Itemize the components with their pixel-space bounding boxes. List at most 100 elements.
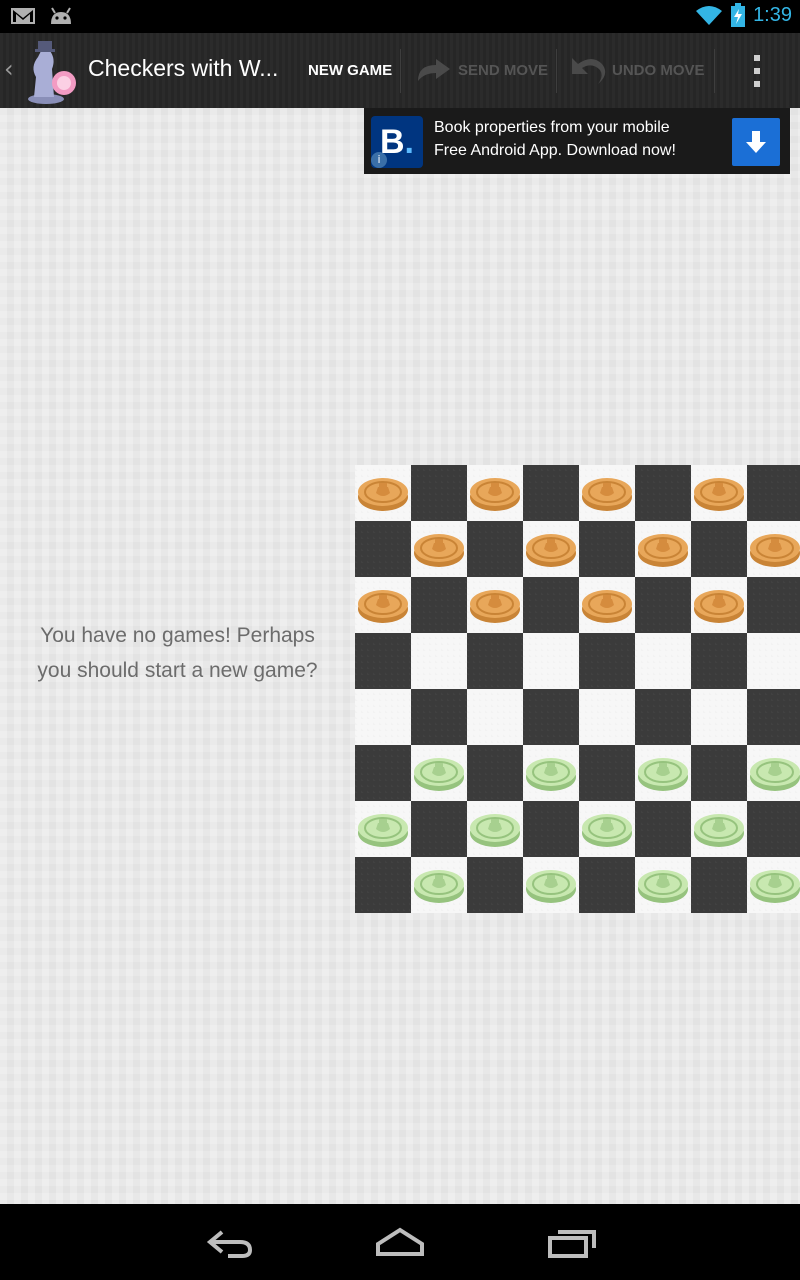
green-checker-icon[interactable]	[749, 753, 800, 793]
board-square[interactable]	[691, 465, 747, 521]
home-icon[interactable]	[370, 1222, 430, 1262]
checkers-board[interactable]	[355, 465, 800, 913]
green-checker-icon[interactable]	[581, 809, 633, 849]
orange-checker-icon[interactable]	[581, 473, 633, 513]
board-square[interactable]	[523, 577, 579, 633]
orange-checker-icon[interactable]	[525, 529, 577, 569]
board-square[interactable]	[467, 521, 523, 577]
board-square[interactable]	[355, 577, 411, 633]
orange-checker-icon[interactable]	[469, 473, 521, 513]
more-vert-icon[interactable]	[750, 55, 764, 87]
green-checker-icon[interactable]	[413, 753, 465, 793]
board-square[interactable]	[467, 745, 523, 801]
board-square[interactable]	[579, 857, 635, 913]
board-square[interactable]	[747, 745, 800, 801]
download-button[interactable]	[732, 118, 780, 166]
board-square[interactable]	[635, 521, 691, 577]
green-checker-icon[interactable]	[525, 753, 577, 793]
board-square[interactable]	[355, 801, 411, 857]
board-square[interactable]	[467, 633, 523, 689]
board-square[interactable]	[355, 521, 411, 577]
green-checker-icon[interactable]	[637, 865, 689, 905]
board-square[interactable]	[579, 521, 635, 577]
orange-checker-icon[interactable]	[581, 585, 633, 625]
board-square[interactable]	[747, 857, 800, 913]
ad-banner[interactable]: B. i Book properties from your mobile Fr…	[364, 108, 790, 174]
board-square[interactable]	[635, 633, 691, 689]
board-square[interactable]	[747, 801, 800, 857]
board-square[interactable]	[579, 745, 635, 801]
board-square[interactable]	[579, 577, 635, 633]
board-square[interactable]	[691, 857, 747, 913]
board-square[interactable]	[691, 801, 747, 857]
board-square[interactable]	[579, 633, 635, 689]
board-square[interactable]	[523, 689, 579, 745]
up-caret-icon[interactable]: ‹	[4, 55, 14, 83]
board-square[interactable]	[635, 801, 691, 857]
board-square[interactable]	[691, 633, 747, 689]
back-icon[interactable]	[200, 1222, 260, 1262]
board-square[interactable]	[355, 633, 411, 689]
board-square[interactable]	[355, 465, 411, 521]
new-game-button[interactable]: NEW GAME	[308, 33, 392, 108]
board-square[interactable]	[747, 465, 800, 521]
board-square[interactable]	[411, 857, 467, 913]
orange-checker-icon[interactable]	[637, 529, 689, 569]
board-square[interactable]	[691, 689, 747, 745]
board-square[interactable]	[635, 465, 691, 521]
orange-checker-icon[interactable]	[749, 529, 800, 569]
board-square[interactable]	[579, 465, 635, 521]
board-square[interactable]	[411, 689, 467, 745]
board-square[interactable]	[635, 689, 691, 745]
orange-checker-icon[interactable]	[469, 585, 521, 625]
board-square[interactable]	[467, 465, 523, 521]
board-square[interactable]	[523, 801, 579, 857]
board-square[interactable]	[411, 465, 467, 521]
green-checker-icon[interactable]	[693, 809, 745, 849]
orange-checker-icon[interactable]	[357, 585, 409, 625]
board-square[interactable]	[747, 577, 800, 633]
board-square[interactable]	[691, 521, 747, 577]
board-square[interactable]	[691, 577, 747, 633]
board-square[interactable]	[579, 801, 635, 857]
green-checker-icon[interactable]	[469, 809, 521, 849]
green-checker-icon[interactable]	[357, 809, 409, 849]
board-square[interactable]	[467, 801, 523, 857]
recent-apps-icon[interactable]	[540, 1222, 600, 1262]
board-square[interactable]	[467, 577, 523, 633]
board-square[interactable]	[635, 857, 691, 913]
board-square[interactable]	[579, 689, 635, 745]
send-move-button[interactable]: SEND MOVE	[414, 33, 548, 108]
board-square[interactable]	[467, 689, 523, 745]
board-square[interactable]	[635, 577, 691, 633]
orange-checker-icon[interactable]	[693, 473, 745, 513]
board-square[interactable]	[411, 801, 467, 857]
board-square[interactable]	[635, 745, 691, 801]
board-square[interactable]	[355, 745, 411, 801]
green-checker-icon[interactable]	[749, 865, 800, 905]
board-square[interactable]	[523, 465, 579, 521]
app-logo-icon[interactable]	[20, 37, 78, 105]
board-square[interactable]	[355, 689, 411, 745]
orange-checker-icon[interactable]	[357, 473, 409, 513]
board-square[interactable]	[411, 521, 467, 577]
green-checker-icon[interactable]	[637, 753, 689, 793]
board-square[interactable]	[747, 689, 800, 745]
orange-checker-icon[interactable]	[693, 585, 745, 625]
green-checker-icon[interactable]	[525, 865, 577, 905]
orange-checker-icon[interactable]	[413, 529, 465, 569]
board-square[interactable]	[747, 521, 800, 577]
board-square[interactable]	[355, 857, 411, 913]
board-square[interactable]	[523, 745, 579, 801]
board-square[interactable]	[523, 633, 579, 689]
green-checker-icon[interactable]	[413, 865, 465, 905]
board-square[interactable]	[523, 521, 579, 577]
board-square[interactable]	[411, 633, 467, 689]
undo-move-button[interactable]: UNDO MOVE	[570, 33, 705, 108]
ad-info-icon[interactable]: i	[371, 152, 387, 168]
board-square[interactable]	[523, 857, 579, 913]
board-square[interactable]	[411, 745, 467, 801]
board-square[interactable]	[411, 577, 467, 633]
board-square[interactable]	[747, 633, 800, 689]
board-square[interactable]	[691, 745, 747, 801]
